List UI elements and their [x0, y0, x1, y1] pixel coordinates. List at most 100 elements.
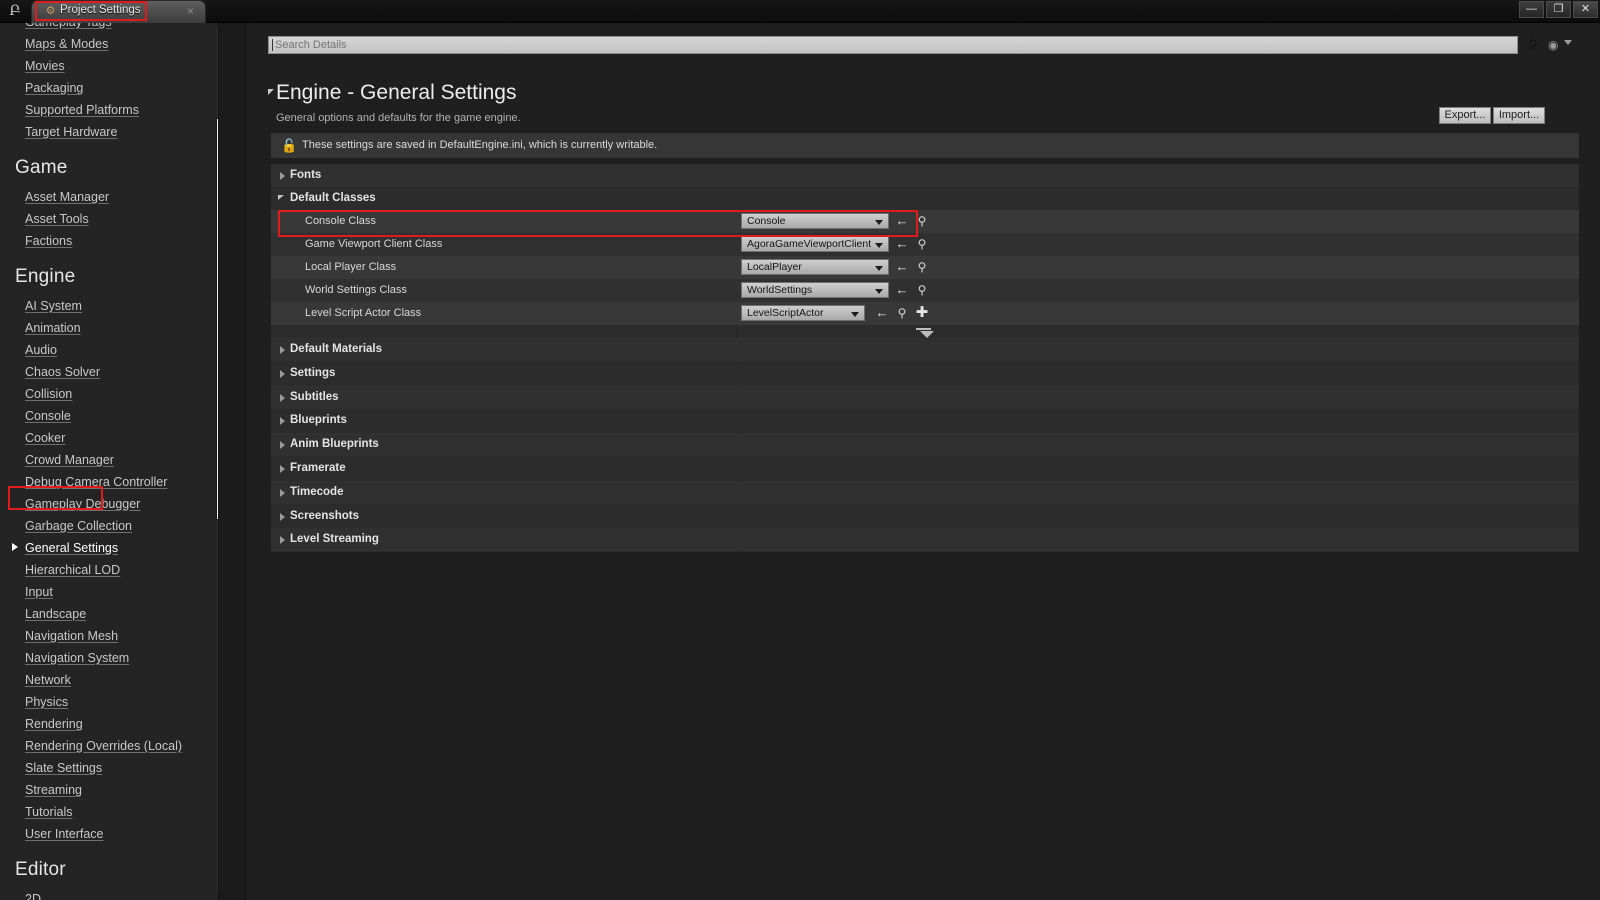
search-icon[interactable]: ⚲	[1524, 36, 1542, 54]
minimize-button[interactable]: —	[1519, 1, 1544, 18]
browse-asset-icon[interactable]: ⚲	[915, 237, 929, 251]
sidebar-item-tutorials[interactable]: Tutorials	[0, 801, 219, 823]
settings-sidebar[interactable]: Gameplay Tags Maps & Modes Movies Packaging…	[0, 23, 219, 900]
sidebar-item-debug-camera-controller[interactable]: Debug Camera Controller	[0, 471, 219, 493]
browse-asset-icon[interactable]: ⚲	[915, 214, 929, 228]
reset-to-default-icon[interactable]: ←	[895, 214, 909, 228]
expand-arrow-closed-icon[interactable]	[280, 393, 285, 402]
category-label: Level Streaming	[290, 533, 379, 546]
sidebar-item-audio[interactable]: Audio	[0, 339, 219, 361]
sidebar-item-cooker[interactable]: Cooker	[0, 427, 219, 449]
sidebar-item-navigation-system[interactable]: Navigation System	[0, 647, 219, 669]
sidebar-item-input[interactable]: Input	[0, 581, 219, 603]
sidebar-item-slate-settings[interactable]: Slate Settings	[0, 757, 219, 779]
sidebar-item-streaming[interactable]: Streaming	[0, 779, 219, 801]
sidebar-item-hierarchical-lod[interactable]: Hierarchical LOD	[0, 559, 219, 581]
add-new-icon[interactable]: ✚	[915, 305, 929, 320]
sidebar-item-target-hardware[interactable]: Target Hardware	[0, 121, 219, 143]
expand-arrow-closed-icon[interactable]	[280, 441, 285, 450]
chevron-down-icon[interactable]	[875, 243, 883, 248]
browse-asset-icon[interactable]: ⚲	[895, 306, 909, 320]
sidebar-item-user-interface[interactable]: User Interface	[0, 823, 219, 845]
chevron-down-icon[interactable]	[875, 289, 883, 294]
sidebar-item-label: Gameplay Tags	[25, 23, 112, 29]
reset-to-default-icon[interactable]: ←	[895, 237, 909, 251]
category-label: Anim Blueprints	[290, 438, 379, 451]
sidebar-item-physics[interactable]: Physics	[0, 691, 219, 713]
property-category-framerate[interactable]: Framerate	[271, 457, 1579, 480]
sidebar-item-maps-modes[interactable]: Maps & Modes	[0, 33, 219, 55]
property-category-anim-blueprints[interactable]: Anim Blueprints	[271, 433, 1579, 457]
eye-icon[interactable]: ◉	[1548, 38, 1558, 52]
property-category-timecode[interactable]: Timecode	[271, 480, 1579, 504]
property-dropdown-local-player-class[interactable]: LocalPlayer	[741, 259, 889, 275]
sidebar-item-navigation-mesh[interactable]: Navigation Mesh	[0, 625, 219, 647]
sidebar-item-2d[interactable]: 2D	[0, 888, 219, 900]
sidebar-item-animation[interactable]: Animation	[0, 317, 219, 339]
expand-arrow-closed-icon[interactable]	[280, 465, 285, 473]
import-button[interactable]: Import...	[1493, 107, 1545, 124]
export-button[interactable]: Export...	[1439, 107, 1491, 124]
sidebar-item-chaos-solver[interactable]: Chaos Solver	[0, 361, 219, 383]
sidebar-item-gameplay-tags[interactable]: Gameplay Tags	[0, 23, 219, 33]
scroll-more-icon[interactable]	[920, 331, 934, 338]
browse-asset-icon[interactable]: ⚲	[915, 260, 929, 274]
browse-asset-icon[interactable]: ⚲	[915, 283, 929, 297]
chevron-down-icon[interactable]	[851, 312, 859, 317]
sidebar-item-supported-platforms[interactable]: Supported Platforms	[0, 99, 219, 121]
chevron-down-icon[interactable]	[875, 266, 883, 271]
expand-arrow-open-icon[interactable]	[278, 195, 284, 200]
property-category-screenshots[interactable]: Screenshots	[271, 504, 1579, 528]
sidebar-divider	[218, 23, 219, 900]
expand-arrow-closed-icon[interactable]	[280, 417, 285, 426]
expand-arrow-closed-icon[interactable]	[280, 488, 285, 497]
sidebar-item-asset-manager[interactable]: Asset Manager	[0, 186, 219, 208]
property-category-subtitles[interactable]: Subtitles	[271, 385, 1579, 409]
expand-arrow-closed-icon[interactable]	[280, 512, 285, 521]
chevron-down-icon[interactable]	[1564, 40, 1572, 45]
sidebar-item-rendering-overrides-local[interactable]: Rendering Overrides (Local)	[0, 735, 219, 757]
close-button[interactable]: ✕	[1573, 1, 1598, 18]
sidebar-item-network[interactable]: Network	[0, 669, 219, 691]
close-icon[interactable]: ×	[187, 4, 194, 19]
property-dropdown-level-script-actor-class[interactable]: LevelScriptActor	[741, 305, 865, 321]
sidebar-item-factions[interactable]: Factions	[0, 230, 219, 252]
expand-arrow-closed-icon[interactable]	[280, 172, 285, 180]
sidebar-section-editor: Editor	[15, 859, 66, 880]
property-category-level-streaming[interactable]: Level Streaming	[271, 528, 1579, 552]
reset-to-default-icon[interactable]: ←	[895, 260, 909, 274]
sidebar-item-console[interactable]: Console	[0, 405, 219, 427]
chevron-down-icon[interactable]	[875, 220, 883, 225]
sidebar-item-packaging[interactable]: Packaging	[0, 77, 219, 99]
sidebar-item-rendering[interactable]: Rendering	[0, 713, 219, 735]
tab-project-settings[interactable]: ⚙ Project Settings ×	[31, 0, 206, 23]
sidebar-item-collision[interactable]: Collision	[0, 383, 219, 405]
property-category-fonts[interactable]: Fonts	[271, 164, 1579, 187]
expand-arrow-closed-icon[interactable]	[280, 369, 285, 378]
maximize-button[interactable]: ❐	[1546, 1, 1571, 18]
reset-to-default-icon[interactable]: ←	[875, 306, 889, 320]
property-category-default-materials[interactable]: Default Materials	[271, 338, 1579, 361]
collapse-caret-icon[interactable]	[268, 89, 274, 95]
property-dropdown-console-class[interactable]: Console	[741, 213, 889, 229]
reset-to-default-icon[interactable]: ←	[895, 283, 909, 297]
sidebar-item-crowd-manager[interactable]: Crowd Manager	[0, 449, 219, 471]
property-category-blueprints[interactable]: Blueprints	[271, 409, 1579, 433]
sidebar-item-landscape[interactable]: Landscape	[0, 603, 219, 625]
property-dropdown-game-viewport-client-class[interactable]: AgoraGameViewportClient	[741, 236, 889, 252]
expand-arrow-closed-icon[interactable]	[280, 536, 285, 545]
sidebar-item-gameplay-debugger[interactable]: Gameplay Debugger	[0, 493, 219, 515]
expand-arrow-closed-icon[interactable]	[280, 346, 285, 354]
sidebar-item-ai-system[interactable]: AI System	[0, 295, 219, 317]
text-caret	[272, 39, 273, 51]
dropdown-value: LevelScriptActor	[747, 307, 824, 319]
details-panel: ⚲ ◉ Engine - General Settings General op…	[246, 23, 1600, 900]
sidebar-item-garbage-collection[interactable]: Garbage Collection	[0, 515, 219, 537]
property-category-settings[interactable]: Settings	[271, 361, 1579, 385]
property-dropdown-world-settings-class[interactable]: WorldSettings	[741, 282, 889, 298]
property-category-default-classes[interactable]: Default Classes	[271, 187, 1579, 210]
sidebar-item-asset-tools[interactable]: Asset Tools	[0, 208, 219, 230]
sidebar-item-general-settings[interactable]: General Settings	[0, 537, 219, 559]
sidebar-item-movies[interactable]: Movies	[0, 55, 219, 77]
search-input[interactable]	[268, 36, 1518, 54]
